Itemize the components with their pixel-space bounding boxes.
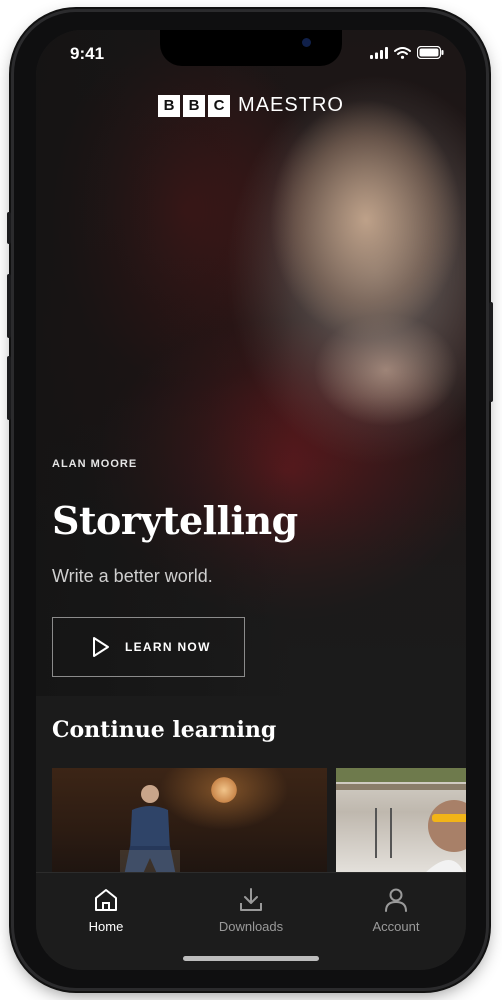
bbc-maestro-logo: B B C MAESTRO [36, 94, 466, 117]
instructor-portrait [336, 768, 466, 878]
volume-down-button [7, 356, 11, 420]
learn-now-button[interactable]: LEARN NOW [52, 617, 245, 677]
logo-letter: B [183, 94, 206, 117]
battery-icon [417, 46, 444, 59]
power-button [489, 302, 493, 402]
tab-home-label: Home [88, 919, 124, 934]
tab-home[interactable]: Home [51, 887, 161, 934]
speaker-figure [120, 785, 180, 878]
status-icons [370, 46, 444, 59]
home-indicator [183, 956, 319, 961]
logo-word: MAESTRO [238, 94, 344, 116]
course-title: Storytelling [52, 498, 298, 543]
app-screen: 9:41 B B C MAESTRO ALAN MOORE Storytelli… [36, 30, 466, 970]
camera-icon [302, 38, 311, 47]
volume-up-button [7, 274, 11, 338]
signal-icon [370, 46, 388, 59]
continue-learning-heading: Continue learning [52, 717, 277, 743]
home-icon [95, 889, 117, 911]
tab-account-label: Account [372, 919, 420, 934]
mute-switch [7, 212, 11, 244]
course-card[interactable] [52, 768, 327, 878]
play-icon [93, 637, 109, 657]
wifi-icon [394, 46, 411, 59]
status-time: 9:41 [70, 44, 105, 63]
notch [160, 30, 342, 66]
course-subtitle: Write a better world. [52, 566, 213, 586]
tab-downloads[interactable]: Downloads [196, 887, 306, 934]
tab-downloads-label: Downloads [218, 919, 284, 934]
course-card[interactable] [336, 768, 466, 878]
hero-gradient [36, 30, 466, 696]
logo-letter: C [208, 94, 231, 117]
learn-now-label: LEARN NOW [125, 640, 211, 654]
user-icon [385, 888, 407, 912]
status-bar: 9:41 [36, 30, 466, 80]
logo-letter: B [158, 94, 181, 117]
tab-account[interactable]: Account [341, 887, 451, 934]
download-icon [240, 888, 262, 911]
instructor-name: ALAN MOORE [52, 458, 138, 470]
